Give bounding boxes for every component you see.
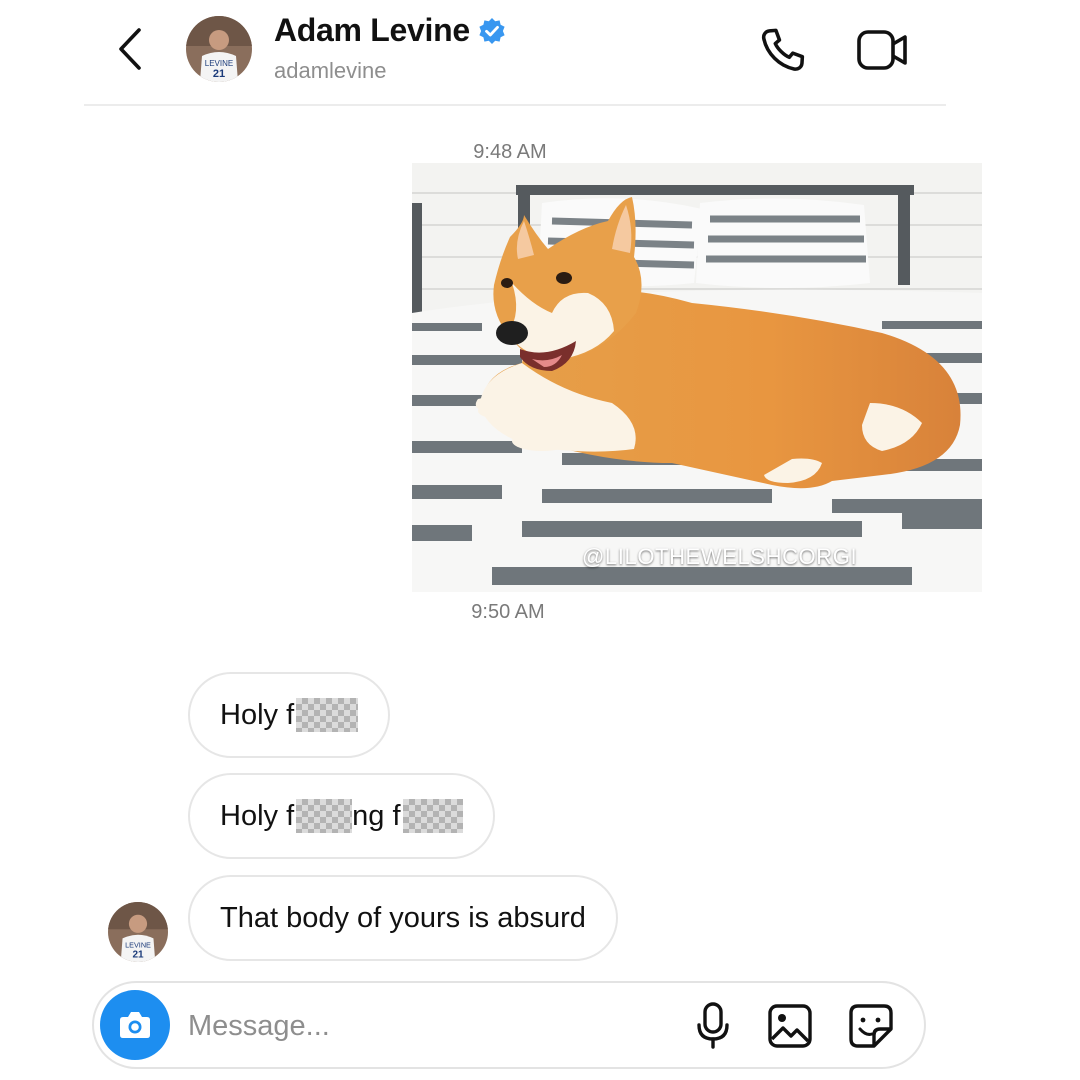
message-bubble[interactable]: Holy f — [188, 672, 391, 758]
camera-icon — [120, 1012, 150, 1038]
censored-text — [296, 698, 359, 732]
gallery-button[interactable] — [764, 1000, 816, 1052]
message-input[interactable] — [188, 1004, 658, 1048]
image-gallery-icon — [768, 1004, 812, 1048]
voice-message-button[interactable] — [688, 1000, 738, 1052]
chevron-left-icon — [119, 28, 141, 70]
shared-photo[interactable]: @LILOTHEWELSHCORGI — [412, 163, 982, 592]
microphone-icon — [697, 1002, 729, 1049]
message-text: Holy f — [220, 698, 295, 731]
contact-name-label: Adam Levine — [274, 12, 470, 48]
svg-text:21: 21 — [213, 68, 225, 80]
message-text: Holy f — [220, 799, 295, 832]
phone-icon — [761, 28, 805, 71]
sticker-button[interactable] — [844, 1000, 898, 1052]
censored-text — [402, 799, 463, 833]
message-bubble[interactable]: Holy f ng f — [188, 773, 495, 859]
verified-badge-icon — [479, 17, 505, 44]
video-call-button[interactable] — [854, 24, 912, 76]
back-button[interactable] — [108, 26, 152, 72]
camera-button[interactable] — [100, 990, 170, 1060]
message-bubble[interactable]: That body of yours is absurd — [188, 875, 618, 961]
svg-text:LEVINE: LEVINE — [125, 940, 151, 949]
sticker-icon — [849, 1004, 893, 1048]
svg-text:LEVINE: LEVINE — [205, 59, 233, 68]
header-divider — [84, 104, 946, 106]
message-timestamp: 9:50 AM — [471, 601, 545, 623]
contact-handle: adamlevine — [274, 58, 387, 83]
message-timestamp: 9:48 AM — [473, 141, 547, 163]
svg-text:21: 21 — [132, 949, 144, 960]
message-text: That body of yours is absurd — [220, 901, 586, 934]
contact-name[interactable]: Adam Levine — [274, 12, 506, 49]
contact-avatar[interactable]: LEVINE 21 — [186, 16, 252, 82]
censored-text — [296, 799, 353, 833]
voice-call-button[interactable] — [756, 24, 810, 76]
sender-avatar[interactable]: LEVINE 21 — [108, 902, 168, 962]
photo-watermark: @LILOTHEWELSHCORGI — [582, 544, 858, 569]
video-camera-icon — [857, 30, 907, 70]
message-text: ng f — [352, 799, 401, 832]
